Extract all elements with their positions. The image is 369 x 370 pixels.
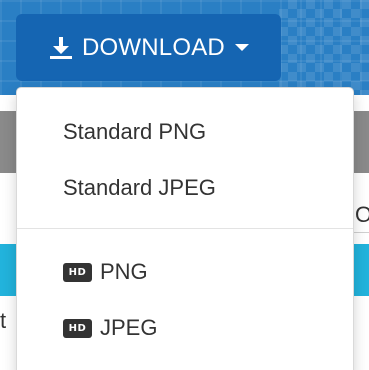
download-dropdown-menu: Standard PNG Standard JPEG HD PNG HD JPE… (16, 87, 354, 370)
hd-badge-icon: HD (63, 262, 92, 282)
hd-badge-icon: HD (63, 318, 92, 338)
caret-down-icon (234, 44, 249, 51)
hd-badge-text: HD (68, 322, 87, 334)
download-icon (50, 36, 73, 59)
menu-item-standard-png[interactable]: Standard PNG (17, 108, 353, 156)
menu-item-hd-jpeg[interactable]: HD JPEG (17, 304, 353, 352)
menu-item-label: Standard PNG (63, 119, 207, 144)
hd-badge-text: HD (68, 266, 87, 278)
menu-item-label: PNG (100, 259, 148, 284)
menu-item-label: Standard JPEG (63, 175, 216, 200)
menu-divider (17, 228, 353, 229)
background-divider (354, 232, 369, 233)
menu-item-standard-jpeg[interactable]: Standard JPEG (17, 164, 353, 212)
header-pattern (279, 0, 369, 95)
download-button-label: DOWNLOAD (82, 33, 225, 61)
menu-item-hd-png[interactable]: HD PNG (17, 248, 353, 296)
background-partial-text-left: t (0, 310, 7, 332)
background-partial-text: Or (355, 204, 369, 226)
download-button[interactable]: DOWNLOAD (16, 14, 281, 81)
menu-item-label: JPEG (100, 315, 158, 340)
